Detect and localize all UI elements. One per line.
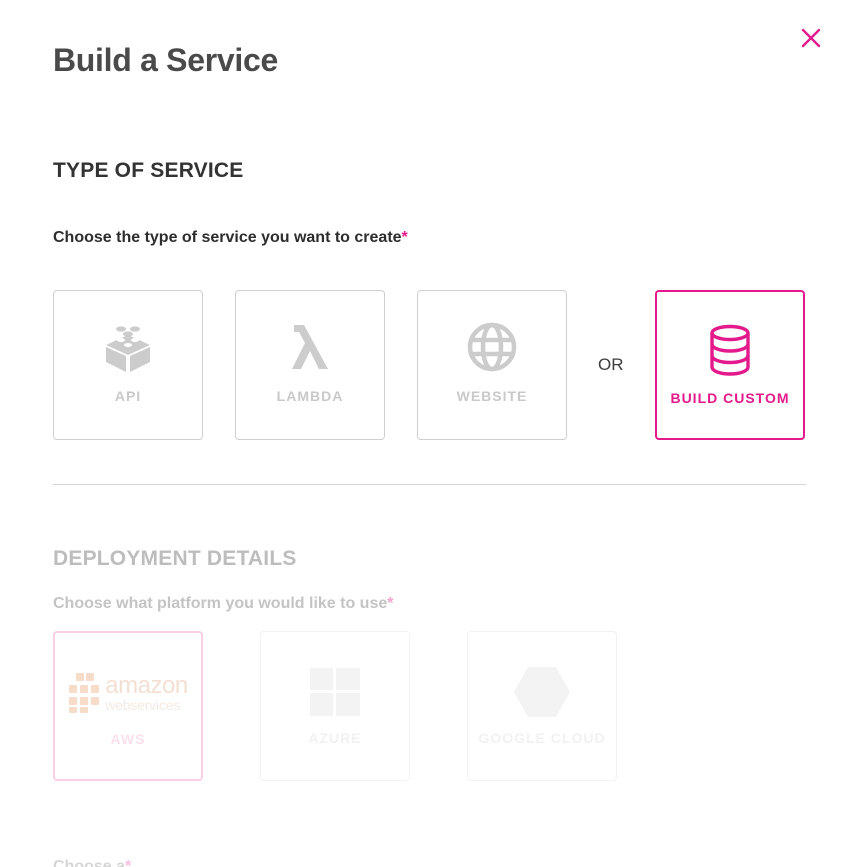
service-type-prompt: Choose the type of service you want to c… bbox=[53, 229, 408, 247]
platform-prompt: Choose what platform you would like to u… bbox=[53, 595, 393, 613]
next-section-prompt: Choose a* bbox=[53, 858, 131, 867]
amazon-wordmark: amazon bbox=[105, 672, 188, 699]
platform-option-azure[interactable]: AZURE bbox=[260, 631, 410, 781]
service-option-build-custom[interactable]: BUILD CUSTOM bbox=[655, 290, 805, 440]
required-marker: * bbox=[125, 858, 132, 867]
service-option-label: API bbox=[114, 388, 142, 404]
section-divider bbox=[53, 484, 806, 485]
required-marker: * bbox=[401, 229, 408, 246]
amazon-web-services-logo: amazon webservices bbox=[55, 663, 201, 723]
lambda-icon bbox=[236, 319, 384, 375]
service-type-prompt-text: Choose the type of service you want to c… bbox=[53, 229, 402, 246]
page-title: Build a Service bbox=[53, 42, 278, 78]
service-option-lambda[interactable]: LAMBDA bbox=[235, 290, 385, 440]
close-icon bbox=[801, 28, 821, 48]
globe-icon bbox=[418, 319, 566, 375]
service-option-label: LAMBDA bbox=[276, 388, 344, 404]
google-cloud-hexagon-icon bbox=[468, 662, 616, 722]
platform-option-label: AZURE bbox=[308, 730, 362, 746]
blocks-icon bbox=[54, 319, 202, 375]
close-button[interactable] bbox=[798, 25, 824, 51]
service-option-website[interactable]: WEBSITE bbox=[417, 290, 567, 440]
deployment-details-heading: DEPLOYMENT DETAILS bbox=[53, 547, 297, 570]
service-option-label: WEBSITE bbox=[456, 388, 528, 404]
windows-icon bbox=[261, 662, 409, 722]
platform-option-aws[interactable]: amazon webservices AWS bbox=[53, 631, 203, 781]
platform-prompt-text: Choose what platform you would like to u… bbox=[53, 595, 388, 612]
platform-option-label: AWS bbox=[110, 731, 146, 747]
service-option-label: BUILD CUSTOM bbox=[670, 390, 790, 406]
next-section-prompt-text: Choose a bbox=[53, 858, 126, 867]
service-option-api[interactable]: API bbox=[53, 290, 203, 440]
or-separator: OR bbox=[598, 355, 624, 374]
platform-option-google-cloud[interactable]: GOOGLE CLOUD bbox=[467, 631, 617, 781]
webservices-wordmark: webservices bbox=[105, 697, 181, 713]
platform-option-label: GOOGLE CLOUD bbox=[478, 730, 606, 746]
type-of-service-heading: TYPE OF SERVICE bbox=[53, 159, 244, 182]
database-icon bbox=[657, 322, 803, 378]
required-marker: * bbox=[387, 595, 394, 612]
